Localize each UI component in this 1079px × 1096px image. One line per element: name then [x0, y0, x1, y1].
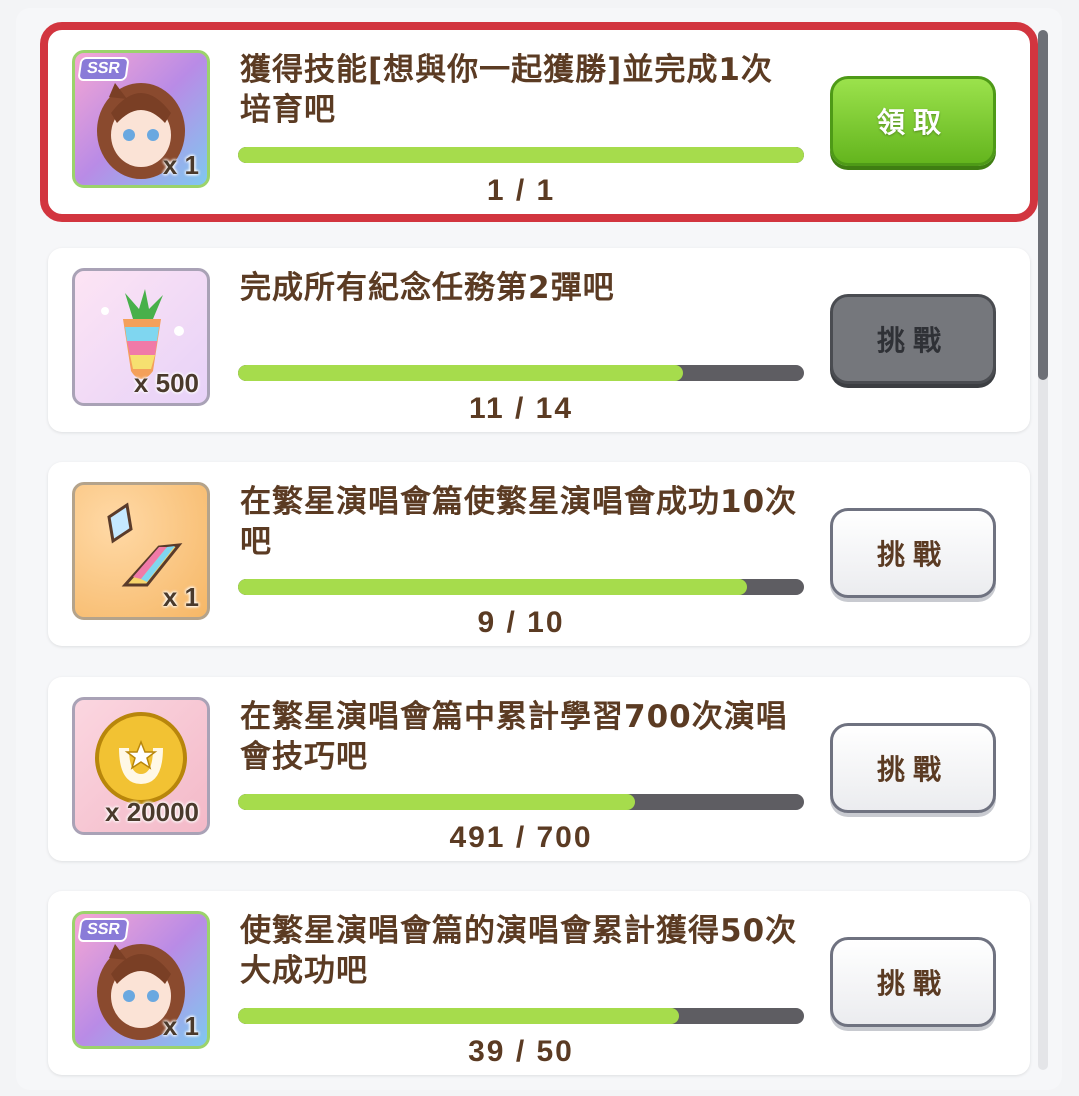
mission-card: x 1 在繁星演唱會篇使繁星演唱會成功10次吧 9 / 10 挑戰 [48, 462, 1030, 646]
progress-bar [238, 365, 804, 381]
progress-text: 491 / 700 [449, 821, 593, 854]
challenge-button[interactable]: 挑戰 [830, 937, 996, 1027]
progress-fill [238, 794, 635, 810]
mission-title: 使繁星演唱會篇的演唱會累計獲得50次大成功吧 [240, 913, 798, 989]
mission-title: 在繁星演唱會篇使繁星演唱會成功10次吧 [240, 484, 798, 560]
scrollbar-thumb[interactable] [1038, 30, 1048, 380]
progress-fill [238, 579, 748, 595]
progress-text: 11 / 14 [468, 392, 574, 425]
mission-card: x 20000 在繁星演唱會篇中累計學習700次演唱會技巧吧 491 / 700… [48, 677, 1030, 861]
reward-quantity: x 1 [162, 150, 199, 180]
scrollbar[interactable] [1038, 30, 1048, 1070]
reward-coin-icon: x 20000 [72, 697, 210, 835]
challenge-button[interactable]: 挑戰 [830, 294, 996, 384]
progress-text: 39 / 50 [468, 1035, 574, 1068]
reward-ssr-card-icon: SSR x 1 [72, 50, 210, 188]
progress-bar [238, 579, 804, 595]
mission-title: 在繁星演唱會篇中累計學習700次演唱會技巧吧 [240, 699, 788, 775]
claim-button[interactable]: 領取 [830, 76, 996, 166]
progress-bar [238, 1008, 804, 1024]
challenge-button[interactable]: 挑戰 [830, 508, 996, 598]
mission-card: SSR x 1 使繁星演唱會篇的演唱會累計獲得50次大成功吧 39 / 50 挑… [48, 891, 1030, 1075]
mission-title: 獲得技能[想與你一起獲勝]並完成1次培育吧 [240, 52, 773, 128]
reward-carrot-icon: x 500 [72, 268, 210, 406]
progress-fill [238, 365, 683, 381]
progress-fill [238, 147, 804, 163]
reward-quantity: x 1 [162, 1011, 199, 1041]
progress-bar [238, 794, 804, 810]
mission-card: SSR x 1 獲得技能[想與你一起獲勝]並完成1次培育吧 1 / 1 領取 [40, 22, 1038, 222]
ssr-badge: SSR [77, 918, 130, 942]
reward-ssr-card-icon: SSR x 1 [72, 911, 210, 1049]
progress-fill [238, 1008, 680, 1024]
mission-title: 完成所有紀念任務第2彈吧 [240, 270, 615, 306]
challenge-button[interactable]: 挑戰 [830, 723, 996, 813]
ssr-badge: SSR [77, 57, 130, 81]
reward-quantity: x 1 [162, 582, 199, 612]
progress-text: 9 / 10 [477, 606, 565, 639]
reward-quantity: x 20000 [105, 797, 199, 827]
progress-bar [238, 147, 804, 163]
mission-card: x 500 完成所有紀念任務第2彈吧 11 / 14 挑戰 [48, 248, 1030, 432]
progress-text: 1 / 1 [486, 174, 556, 207]
reward-crystal-icon: x 1 [72, 482, 210, 620]
reward-quantity: x 500 [133, 368, 199, 398]
